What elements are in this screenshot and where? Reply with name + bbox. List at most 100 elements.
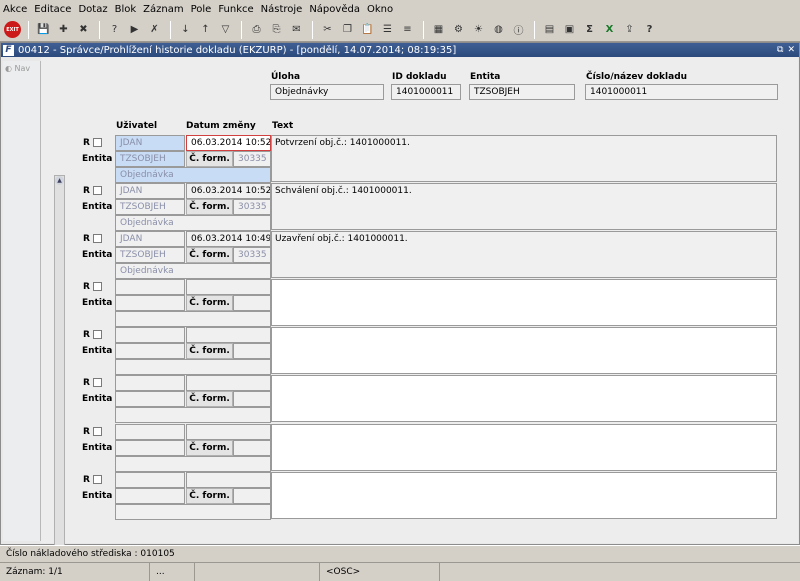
user-field[interactable]	[115, 375, 185, 391]
excel-button[interactable]: X	[600, 20, 619, 39]
r-checkbox[interactable]	[93, 282, 102, 291]
menu-item-2[interactable]: Dotaz	[78, 4, 107, 15]
uloha-field[interactable]: Objednávky	[270, 84, 384, 100]
user-field[interactable]: JDAN	[115, 231, 185, 247]
form-number-field[interactable]: 30335	[233, 151, 271, 167]
date-field[interactable]	[186, 375, 271, 391]
entity-field[interactable]: TZSOBJEH	[115, 151, 185, 167]
tools-button[interactable]: ⚙	[449, 20, 468, 39]
menu-item-5[interactable]: Pole	[191, 4, 212, 15]
report-button[interactable]: ▣	[560, 20, 579, 39]
date-field[interactable]: 06.03.2014 10:52:19	[186, 183, 271, 199]
form-number-field[interactable]	[233, 440, 271, 456]
execute-query-button[interactable]: ▶	[125, 20, 144, 39]
date-field[interactable]	[186, 327, 271, 343]
r-checkbox[interactable]	[93, 234, 102, 243]
user-field[interactable]	[115, 472, 185, 488]
entity-field[interactable]: TZSOBJEH	[115, 199, 185, 215]
document-field[interactable]	[115, 359, 271, 375]
document-field[interactable]	[115, 311, 271, 327]
menu-item-3[interactable]: Blok	[115, 4, 137, 15]
delete-record-button[interactable]: ✖	[74, 20, 93, 39]
document-field[interactable]: Objednávka	[115, 215, 271, 231]
copy-button[interactable]: ❐	[338, 20, 357, 39]
user-field[interactable]: JDAN	[115, 183, 185, 199]
form-number-field[interactable]	[233, 391, 271, 407]
insert-record-button[interactable]: ✚	[54, 20, 73, 39]
sort-desc-button[interactable]: ↑	[196, 20, 215, 39]
entita-header-field[interactable]: TZSOBJEH	[469, 84, 575, 100]
document-field[interactable]: Objednávka	[115, 167, 271, 183]
text-field[interactable]	[271, 424, 777, 471]
attach-button[interactable]: ⎘	[267, 20, 286, 39]
menu-item-6[interactable]: Funkce	[218, 4, 253, 15]
calendar-button[interactable]: ▦	[429, 20, 448, 39]
restore-icon[interactable]: ⧉	[777, 45, 783, 55]
r-checkbox[interactable]	[93, 475, 102, 484]
form-number-field[interactable]: 30335	[233, 247, 271, 263]
date-field[interactable]: 06.03.2014 10:52:21	[186, 135, 271, 151]
r-checkbox[interactable]	[93, 330, 102, 339]
text-field[interactable]	[271, 327, 777, 374]
form-number-field[interactable]	[233, 343, 271, 359]
user-field[interactable]	[115, 327, 185, 343]
save-button[interactable]: 💾	[34, 20, 53, 39]
entity-field[interactable]: TZSOBJEH	[115, 247, 185, 263]
sum-button[interactable]: Σ	[580, 20, 599, 39]
help-button[interactable]: ?	[640, 20, 659, 39]
document-field[interactable]	[115, 456, 271, 472]
close-icon[interactable]: ✕	[787, 45, 795, 55]
print-button[interactable]: ⎙	[247, 20, 266, 39]
entity-field[interactable]	[115, 295, 185, 311]
document-field[interactable]	[115, 407, 271, 423]
cislo-field[interactable]: 1401000011	[585, 84, 778, 100]
tree-button[interactable]: ≡	[398, 20, 417, 39]
text-field[interactable]: Potvrzení obj.č.: 1401000011.	[271, 135, 777, 182]
entity-field[interactable]	[115, 391, 185, 407]
globe-button[interactable]: ◍	[489, 20, 508, 39]
cut-button[interactable]: ✂	[318, 20, 337, 39]
chart-button[interactable]: ▤	[540, 20, 559, 39]
text-field[interactable]	[271, 375, 777, 422]
user-field[interactable]	[115, 424, 185, 440]
menu-item-0[interactable]: Akce	[3, 4, 27, 15]
sun-button[interactable]: ☀	[469, 20, 488, 39]
form-number-field[interactable]: 30335	[233, 199, 271, 215]
export-button[interactable]: ⇪	[620, 20, 639, 39]
entity-field[interactable]	[115, 343, 185, 359]
exit-button[interactable]: EXIT	[3, 20, 22, 39]
info-button[interactable]: ⓘ	[509, 20, 528, 39]
date-field[interactable]	[186, 472, 271, 488]
text-field[interactable]	[271, 472, 777, 519]
list-button[interactable]: ☰	[378, 20, 397, 39]
document-field[interactable]	[115, 504, 271, 520]
r-checkbox[interactable]	[93, 427, 102, 436]
form-number-field[interactable]	[233, 295, 271, 311]
user-field[interactable]: JDAN	[115, 135, 185, 151]
id-field[interactable]: 1401000011	[391, 84, 461, 100]
filter-button[interactable]: ▽	[216, 20, 235, 39]
text-field[interactable]: Schválení obj.č.: 1401000011.	[271, 183, 777, 230]
menu-item-9[interactable]: Okno	[367, 4, 393, 15]
cancel-query-button[interactable]: ✗	[145, 20, 164, 39]
date-field[interactable]	[186, 279, 271, 295]
query-button[interactable]: ?	[105, 20, 124, 39]
menu-item-8[interactable]: Nápověda	[309, 4, 360, 15]
menu-item-1[interactable]: Editace	[34, 4, 71, 15]
nav-panel[interactable]: ◐ Nav	[3, 61, 41, 541]
r-checkbox[interactable]	[93, 378, 102, 387]
form-number-field[interactable]	[233, 488, 271, 504]
document-field[interactable]: Objednávka	[115, 263, 271, 279]
r-checkbox[interactable]	[93, 138, 102, 147]
mail-button[interactable]: ✉	[287, 20, 306, 39]
date-field[interactable]	[186, 424, 271, 440]
text-field[interactable]	[271, 279, 777, 326]
paste-button[interactable]: 📋	[358, 20, 377, 39]
sort-asc-button[interactable]: ↓	[176, 20, 195, 39]
menu-item-7[interactable]: Nástroje	[261, 4, 303, 15]
text-field[interactable]: Uzavření obj.č.: 1401000011.	[271, 231, 777, 278]
r-checkbox[interactable]	[93, 186, 102, 195]
entity-field[interactable]	[115, 440, 185, 456]
user-field[interactable]	[115, 279, 185, 295]
entity-field[interactable]	[115, 488, 185, 504]
